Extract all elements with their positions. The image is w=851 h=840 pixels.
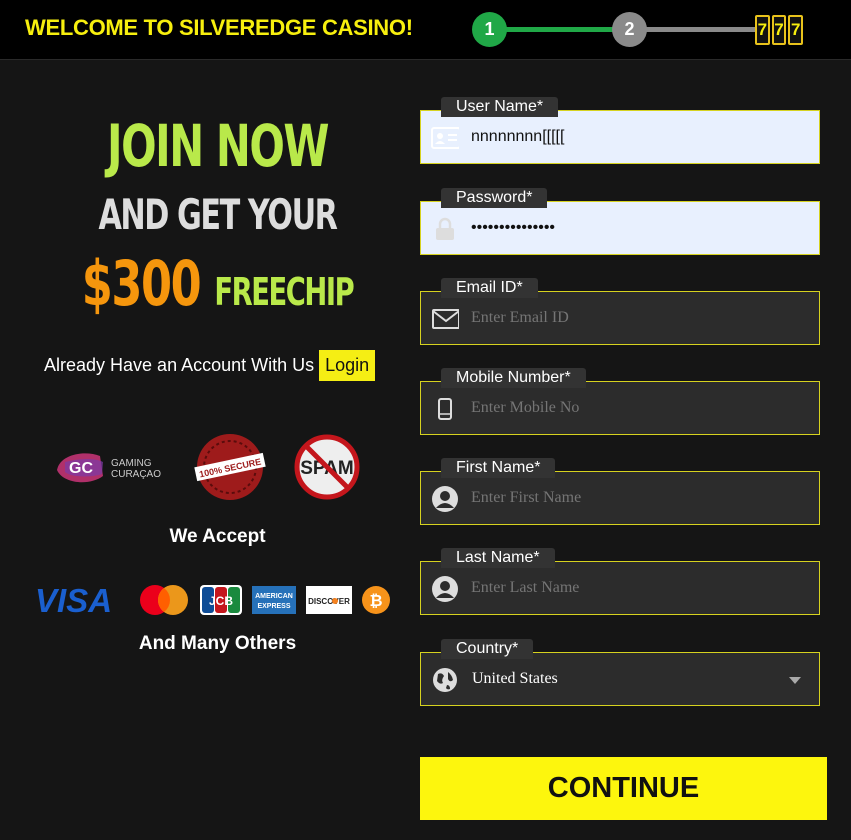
chevron-down-icon[interactable] — [789, 677, 801, 684]
progress-line-pending — [645, 27, 755, 32]
username-field: User Name* — [420, 97, 820, 164]
svg-text:EXPRESS: EXPRESS — [257, 603, 290, 610]
first-name-field: First Name* — [420, 458, 820, 525]
country-select-value[interactable]: United States — [472, 653, 802, 705]
trust-badges: GC GAMING CURAÇAO 100% SECURE SPAM — [57, 434, 360, 500]
login-button[interactable]: Login — [319, 350, 376, 381]
lock-icon — [431, 216, 459, 242]
welcome-title: WELCOME TO SILVEREDGE CASINO! — [25, 15, 413, 40]
continue-button[interactable]: CONTINUE — [420, 757, 827, 820]
svg-text:CURAÇAO: CURAÇAO — [111, 469, 161, 480]
globe-icon — [431, 667, 459, 693]
id-card-icon — [431, 125, 459, 151]
no-spam-icon: SPAM — [294, 434, 360, 500]
country-field[interactable]: Country* United States — [420, 639, 820, 706]
promo-freechip: FREECHIP — [214, 270, 354, 314]
jcb-logo-icon: JCB — [200, 585, 242, 615]
discover-logo-icon: DISCOVER — [306, 586, 352, 614]
we-accept-title: We Accept — [169, 526, 266, 547]
slot-777-icon: 7 7 7 — [755, 15, 804, 45]
svg-text:VISA: VISA — [35, 583, 112, 617]
last-name-field: Last Name* — [420, 548, 820, 615]
step-1-indicator: 1 — [472, 12, 507, 47]
many-others-text: And Many Others — [138, 633, 297, 654]
progress-line-complete — [505, 27, 615, 32]
svg-text:₿: ₿ — [369, 591, 382, 610]
mobile-phone-icon — [431, 396, 459, 422]
secure-badge-icon: 100% SECURE — [194, 434, 266, 500]
slot-symbol: 7 — [788, 15, 804, 45]
svg-text:DISCOVER: DISCOVER — [308, 597, 350, 606]
payment-methods: VISA JCB AMERICAN EXPRESS DISCOVER ₿ — [33, 580, 391, 620]
first-name-input[interactable] — [471, 472, 801, 524]
mobile-input[interactable] — [471, 382, 801, 434]
promo-panel: JOIN NOW AND GET YOUR $300 FREECHIP Alre… — [0, 60, 420, 840]
user-avatar-icon — [431, 486, 459, 512]
existing-account-row: Already Have an Account With Us Login — [44, 350, 376, 381]
mastercard-logo-icon — [140, 585, 188, 615]
visa-logo-icon: VISA — [35, 583, 112, 617]
promo-amount-line: $300 FREECHIP — [61, 247, 374, 320]
slot-symbol: 7 — [771, 15, 787, 45]
promo-join-now: JOIN NOW — [106, 112, 330, 180]
password-input[interactable] — [471, 202, 801, 254]
top-bar: WELCOME TO SILVEREDGE CASINO! 1 2 7 7 7 — [0, 0, 851, 60]
bitcoin-logo-icon: ₿ — [362, 586, 390, 614]
email-input[interactable] — [471, 292, 801, 344]
gaming-curacao-logo: GC GAMING CURAÇAO — [57, 453, 161, 483]
step-2-indicator: 2 — [612, 12, 647, 47]
password-field: Password* — [420, 188, 820, 255]
email-field: Email ID* — [420, 278, 820, 345]
promo-and-get-your: AND GET YOUR — [98, 190, 338, 239]
svg-text:GAMING: GAMING — [111, 458, 152, 469]
username-input[interactable] — [471, 111, 801, 163]
slot-symbol: 7 — [755, 15, 770, 45]
last-name-input[interactable] — [471, 562, 801, 614]
amex-logo-icon: AMERICAN EXPRESS — [252, 586, 296, 614]
svg-text:JCB: JCB — [209, 594, 233, 608]
envelope-icon — [431, 306, 459, 332]
existing-account-text: Already Have an Account With Us — [44, 355, 315, 375]
mobile-field: Mobile Number* — [420, 368, 820, 435]
svg-text:AMERICAN: AMERICAN — [255, 593, 293, 600]
svg-text:GC: GC — [69, 460, 93, 477]
user-avatar-icon — [431, 576, 459, 602]
promo-amount: $300 — [81, 247, 202, 320]
registration-form: User Name* Password* Email ID* Mobile Nu… — [420, 60, 851, 840]
